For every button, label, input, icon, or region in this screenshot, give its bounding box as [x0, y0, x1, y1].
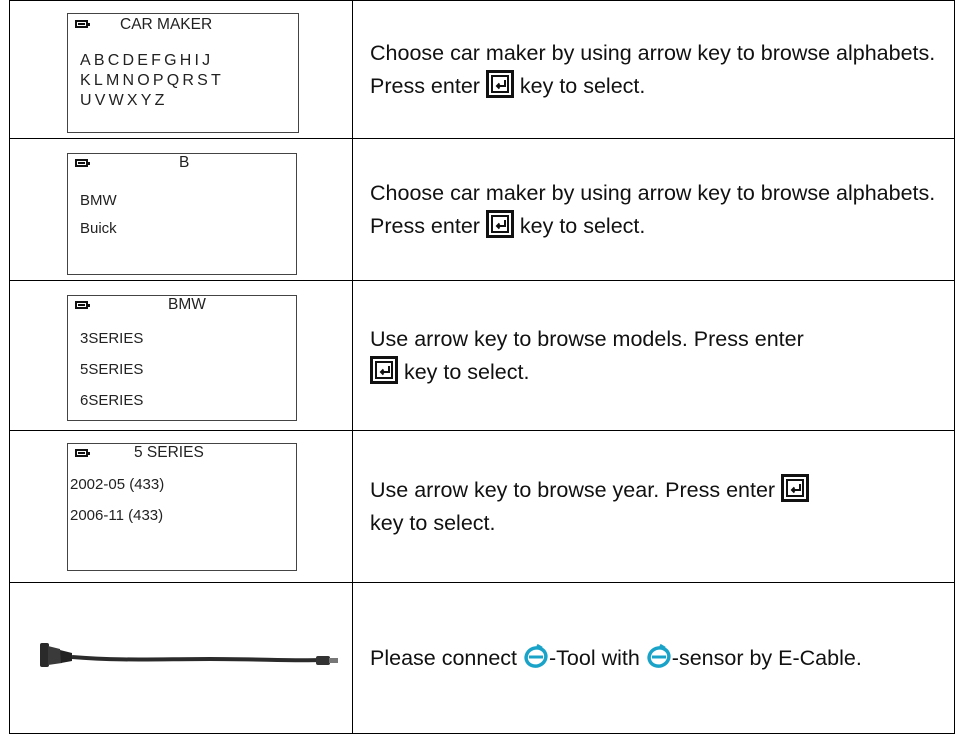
table-row: CAR MAKER ABCDEFGHIJ KLMNOPQRST UVWXYZ C… [9, 0, 955, 139]
screen-title: BMW [168, 296, 206, 313]
screen-line: 6SERIES [80, 392, 144, 409]
image-cell [9, 582, 353, 734]
screen-line: UVWXYZ [80, 92, 168, 109]
instruction-table: CAR MAKER ABCDEFGHIJ KLMNOPQRST UVWXYZ C… [9, 0, 955, 734]
device-screen: BMW 3SERIES 5SERIES 6SERIES [67, 295, 297, 421]
screen-line: KLMNOPQRST [80, 72, 225, 89]
screen-cell: BMW 3SERIES 5SERIES 6SERIES [9, 280, 353, 431]
table-row: B BMW Buick Choose car maker by using ar… [9, 138, 955, 281]
instruction-cell: Use arrow key to browse year. Press ente… [352, 430, 955, 583]
battery-icon [75, 159, 90, 167]
enter-key-icon [781, 474, 810, 503]
screen-title: B [179, 154, 190, 171]
screen-line: 2006-11 (433) [70, 507, 164, 524]
screen-line: BMW [80, 192, 117, 209]
screen-line: ABCDEFGHIJ [80, 52, 214, 69]
instruction-cell: Choose car maker by using arrow key to b… [352, 0, 955, 139]
instruction-text: key to select. [370, 510, 496, 535]
screen-title: 5 SERIES [134, 444, 204, 461]
instruction-text: Use arrow key to browse year. Press ente… [370, 478, 782, 503]
enter-key-icon [485, 209, 514, 238]
table-row: Please connect -Tool with -sensor by E-C… [9, 582, 955, 734]
device-screen: 5 SERIES 2002-05 (433) 2006-11 (433) [67, 443, 297, 571]
screen-line: 3SERIES [80, 330, 144, 347]
table-row: 5 SERIES 2002-05 (433) 2006-11 (433) Use… [9, 430, 955, 583]
screen-cell: 5 SERIES 2002-05 (433) 2006-11 (433) [9, 430, 353, 583]
instruction-text: Use arrow key to browse models. Press en… [370, 327, 804, 352]
battery-icon [75, 20, 90, 28]
instruction-text: -Tool with [549, 645, 646, 670]
instruction-text: key to select. [398, 359, 530, 384]
enter-key-icon [370, 355, 398, 384]
instruction-cell: Please connect -Tool with -sensor by E-C… [352, 582, 955, 734]
e-logo-icon [647, 643, 671, 668]
device-screen: CAR MAKER ABCDEFGHIJ KLMNOPQRST UVWXYZ [67, 13, 299, 133]
instruction-cell: Choose car maker by using arrow key to b… [352, 138, 955, 281]
instruction-text: -sensor by E-Cable. [671, 645, 862, 670]
instruction-text: key to select. [513, 73, 646, 98]
screen-cell: B BMW Buick [9, 138, 353, 281]
instruction-text: Choose car maker by using arrow key to b… [370, 181, 936, 238]
screen-line: 2002-05 (433) [70, 476, 165, 493]
screen-cell: CAR MAKER ABCDEFGHIJ KLMNOPQRST UVWXYZ [9, 0, 353, 139]
instruction-text: Choose car maker by using arrow key to b… [370, 41, 936, 98]
enter-key-icon [485, 69, 514, 98]
battery-icon [75, 449, 90, 457]
instruction-text: Please connect [370, 645, 523, 670]
instruction-text: key to select. [513, 213, 646, 238]
e-logo-icon [524, 643, 548, 668]
device-screen: B BMW Buick [67, 153, 297, 275]
e-cable-image [40, 643, 338, 667]
table-row: BMW 3SERIES 5SERIES 6SERIES Use arrow ke… [9, 280, 955, 431]
screen-line: 5SERIES [80, 361, 144, 378]
battery-icon [75, 301, 90, 309]
screen-title: CAR MAKER [120, 16, 213, 33]
instruction-cell: Use arrow key to browse models. Press en… [352, 280, 955, 431]
screen-line: Buick [80, 220, 117, 237]
